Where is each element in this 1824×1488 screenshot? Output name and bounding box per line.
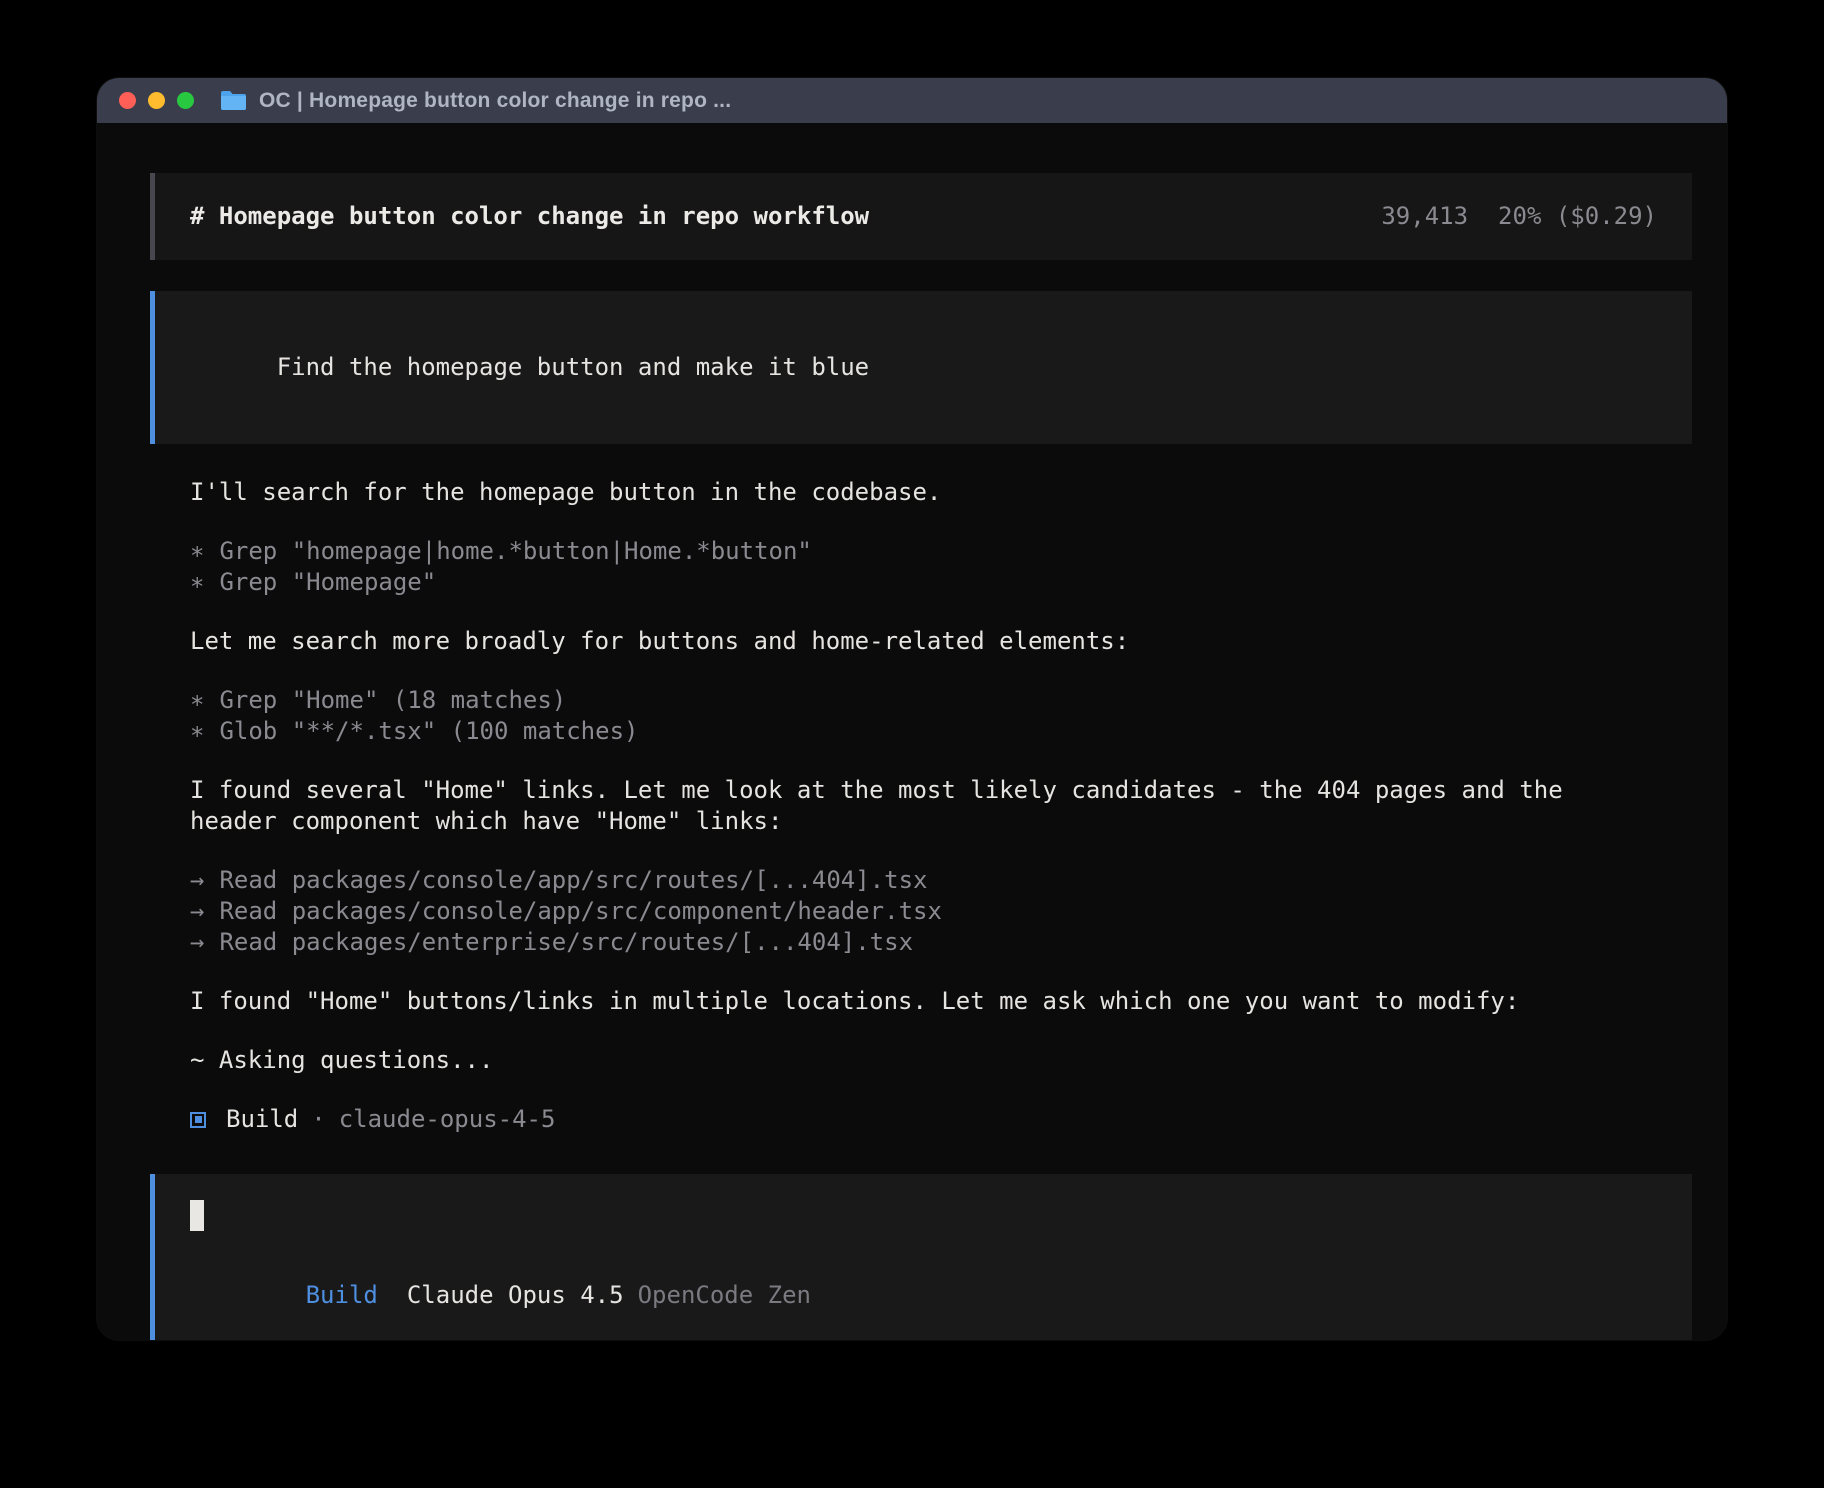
assistant-transcript: I'll search for the homepage button in t… bbox=[150, 477, 1692, 1135]
terminal-window: OC | Homepage button color change in rep… bbox=[97, 78, 1727, 1340]
tool-call-line: ∗ Grep "Homepage" bbox=[190, 567, 1692, 598]
working-status: ~ Asking questions... bbox=[190, 1045, 1692, 1076]
tool-call-group: ∗ Grep "homepage|home.*button|Home.*butto… bbox=[190, 536, 1692, 598]
read-call-group: → Read packages/console/app/src/routes/[.… bbox=[190, 865, 1692, 958]
user-message-text: Find the homepage button and make it blu… bbox=[277, 353, 869, 381]
zoom-button[interactable] bbox=[177, 92, 194, 109]
tool-call-text: Grep "homepage|home.*button|Home.*button… bbox=[219, 537, 811, 565]
token-count: 39,413 bbox=[1381, 202, 1468, 230]
window-title: OC | Homepage button color change in rep… bbox=[259, 89, 731, 113]
assistant-text: I'll search for the homepage button in t… bbox=[190, 477, 1692, 508]
read-call-text: Read packages/enterprise/src/routes/[...… bbox=[219, 928, 913, 956]
context-percent-cost: 20% ($0.29) bbox=[1498, 202, 1657, 230]
model-indicator: Build Claude Opus 4.5 OpenCode Zen bbox=[190, 1249, 1657, 1340]
tool-call-text: Grep "Homepage" bbox=[219, 568, 436, 596]
assistant-text: Let me search more broadly for buttons a… bbox=[190, 626, 1692, 657]
working-status-text: ~ Asking questions... bbox=[190, 1045, 1692, 1076]
terminal-content: # Homepage button color change in repo w… bbox=[97, 123, 1727, 1340]
folder-icon bbox=[220, 90, 247, 111]
minimize-button[interactable] bbox=[148, 92, 165, 109]
read-arrow-icon: → bbox=[190, 927, 204, 958]
tool-call-line: ∗ Grep "Home" (18 matches) bbox=[190, 685, 1692, 716]
assistant-text: I found "Home" buttons/links in multiple… bbox=[190, 986, 1692, 1017]
assistant-paragraph: I found several "Home" links. Let me loo… bbox=[190, 775, 1692, 837]
user-message: Find the homepage button and make it blu… bbox=[150, 291, 1692, 444]
read-arrow-icon: → bbox=[190, 865, 204, 896]
model-provider-label: OpenCode Zen bbox=[638, 1281, 811, 1309]
tool-call-group: ∗ Grep "Home" (18 matches) ∗ Glob "**/*.ts… bbox=[190, 685, 1692, 747]
window-titlebar: OC | Homepage button color change in rep… bbox=[97, 78, 1727, 123]
agent-mode-label: Build bbox=[306, 1281, 378, 1309]
assistant-paragraph: I'll search for the homepage button in t… bbox=[190, 477, 1692, 508]
read-call-line: → Read packages/console/app/src/component… bbox=[190, 896, 1692, 927]
agent-icon bbox=[190, 1112, 206, 1128]
prompt-input[interactable]: Build Claude Opus 4.5 OpenCode Zen bbox=[150, 1174, 1692, 1340]
read-call-line: → Read packages/console/app/src/routes/[.… bbox=[190, 865, 1692, 896]
session-stats: 39,413 20% ($0.29) bbox=[1381, 201, 1657, 232]
read-call-text: Read packages/console/app/src/routes/[..… bbox=[219, 866, 927, 894]
prompt-cursor-row[interactable] bbox=[190, 1200, 1657, 1231]
tool-bullet-icon: ∗ bbox=[190, 716, 204, 747]
read-call-line: → Read packages/enterprise/src/routes/[..… bbox=[190, 927, 1692, 958]
agent-icon-core bbox=[195, 1116, 202, 1123]
assistant-text: I found several "Home" links. Let me loo… bbox=[190, 775, 1692, 806]
assistant-paragraph: Let me search more broadly for buttons a… bbox=[190, 626, 1692, 657]
tool-call-line: ∗ Grep "homepage|home.*button|Home.*butto… bbox=[190, 536, 1692, 567]
agent-name: Build bbox=[226, 1104, 298, 1135]
tool-call-line: ∗ Glob "**/*.tsx" (100 matches) bbox=[190, 716, 1692, 747]
tool-call-text: Grep "Home" (18 matches) bbox=[219, 686, 566, 714]
close-button[interactable] bbox=[119, 92, 136, 109]
text-cursor bbox=[190, 1200, 204, 1231]
traffic-lights bbox=[119, 92, 194, 109]
agent-model: claude-opus-4-5 bbox=[339, 1104, 556, 1135]
model-name-label: Claude Opus 4.5 bbox=[407, 1281, 624, 1309]
tool-bullet-icon: ∗ bbox=[190, 685, 204, 716]
tool-call-text: Glob "**/*.tsx" (100 matches) bbox=[219, 717, 638, 745]
assistant-text: header component which have "Home" links… bbox=[190, 806, 1692, 837]
read-arrow-icon: → bbox=[190, 896, 204, 927]
agent-separator: · bbox=[311, 1104, 325, 1135]
tool-bullet-icon: ∗ bbox=[190, 536, 204, 567]
agent-status-line: Build · claude-opus-4-5 bbox=[190, 1104, 1692, 1135]
session-header: # Homepage button color change in repo w… bbox=[150, 173, 1692, 260]
session-title: # Homepage button color change in repo w… bbox=[190, 201, 869, 232]
tool-bullet-icon: ∗ bbox=[190, 567, 204, 598]
assistant-paragraph: I found "Home" buttons/links in multiple… bbox=[190, 986, 1692, 1017]
read-call-text: Read packages/console/app/src/component/… bbox=[219, 897, 941, 925]
